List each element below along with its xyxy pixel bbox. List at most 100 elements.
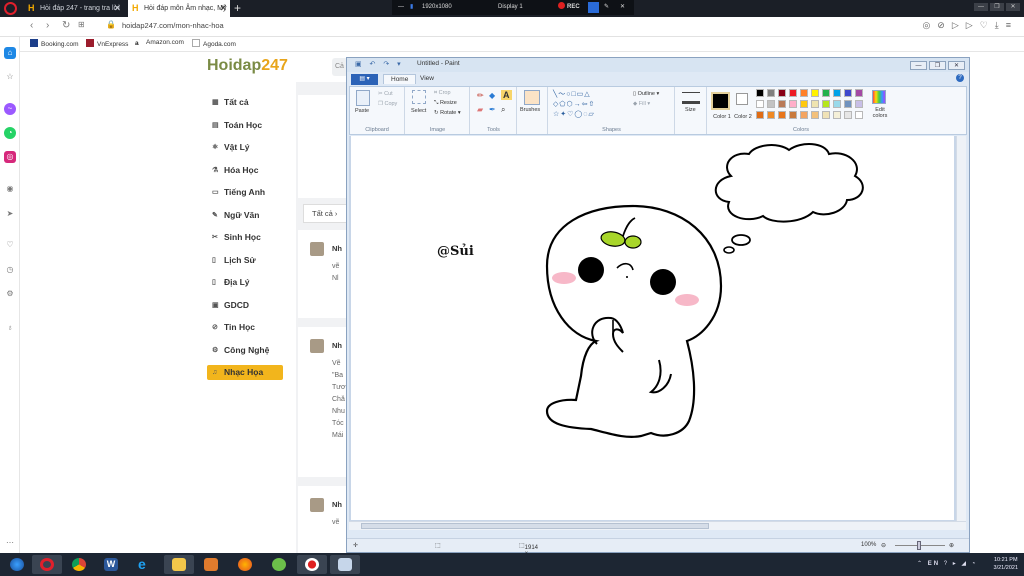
palette-swatch[interactable] <box>756 111 764 119</box>
cut-button[interactable]: ✂ Cut <box>378 91 393 97</box>
question-card[interactable]: Nh Vẽ "Ba Tươ Chă Nhu Tóc Mái <box>298 327 346 477</box>
size-button[interactable]: Size <box>685 107 696 113</box>
start-button[interactable] <box>2 555 32 574</box>
vertical-scrollbar[interactable] <box>956 136 966 522</box>
taskbar-chrome[interactable] <box>64 555 94 574</box>
maximize-button[interactable]: ❐ <box>929 61 946 70</box>
brushes-button[interactable]: Brushes <box>520 107 540 113</box>
avatar[interactable] <box>310 498 324 512</box>
taskbar-paint[interactable] <box>330 555 360 574</box>
tab-hoidap-home[interactable]: H Hỏi đáp 247 - trang tra lời ✕ <box>24 0 124 17</box>
size-lines-icon[interactable] <box>682 92 700 104</box>
zoom-slider-thumb[interactable] <box>917 541 921 550</box>
palette-swatch[interactable] <box>778 100 786 108</box>
player-icon[interactable]: ◉ <box>4 183 16 195</box>
palette-swatch[interactable] <box>789 111 797 119</box>
palette-swatch[interactable] <box>833 111 841 119</box>
maximize-button[interactable]: ❐ <box>990 3 1004 11</box>
question-author[interactable]: Nh <box>332 500 342 509</box>
more-icon[interactable]: ⋯ <box>4 537 16 549</box>
rotate-button[interactable]: ↻ Rotate ▾ <box>434 110 461 116</box>
paste-button[interactable]: Paste <box>355 108 369 114</box>
bookmark-agoda[interactable]: Agoda.com <box>192 39 236 48</box>
display-label[interactable]: Display 1 <box>498 0 523 15</box>
palette-swatch[interactable] <box>844 100 852 108</box>
edit-colors-icon[interactable] <box>872 90 886 104</box>
palette-swatch[interactable] <box>844 89 852 97</box>
palette-swatch[interactable] <box>833 100 841 108</box>
crop-button[interactable]: ⌗ Crop <box>434 90 451 97</box>
select-icon[interactable] <box>412 90 426 104</box>
palette-swatch[interactable] <box>778 89 786 97</box>
taskbar-recorder[interactable] <box>297 555 327 574</box>
fill-icon[interactable]: ◆ <box>489 91 495 100</box>
palette-swatch[interactable] <box>855 89 863 97</box>
minimize-button[interactable]: — <box>910 61 927 70</box>
nav-item-math[interactable]: ▤ Toán Học <box>207 118 285 141</box>
eraser-icon[interactable]: ▰ <box>477 105 483 114</box>
microphone-icon[interactable]: ▮ <box>410 0 413 15</box>
palette-swatch[interactable] <box>833 89 841 97</box>
nav-item-geography[interactable]: ▯ Địa Lý <box>207 275 285 298</box>
taskbar-firefox[interactable] <box>230 555 260 574</box>
outline-button[interactable]: ▯ Outline ▾ <box>633 91 659 97</box>
taskbar-app[interactable] <box>264 555 294 574</box>
palette-swatch[interactable] <box>800 89 808 97</box>
palette-swatch[interactable] <box>756 89 764 97</box>
filter-dropdown[interactable]: Tất cả › <box>303 204 348 223</box>
palette-swatch[interactable] <box>756 100 764 108</box>
nav-item-technology[interactable]: ⚙ Công Nghệ <box>207 343 285 366</box>
nav-item-informatics[interactable]: ⊘ Tin Học <box>207 320 285 343</box>
pencil-icon[interactable]: ✏ <box>477 91 484 100</box>
text-icon[interactable]: A <box>501 90 512 100</box>
nav-item-literature[interactable]: ✎ Ngữ Văn <box>207 208 285 231</box>
palette-swatch[interactable] <box>855 100 863 108</box>
palette-swatch[interactable] <box>822 100 830 108</box>
taskbar-word[interactable]: W <box>96 555 126 574</box>
star-icon[interactable]: ☆ <box>4 71 16 83</box>
palette-swatch[interactable] <box>822 89 830 97</box>
avatar[interactable] <box>310 242 324 256</box>
instagram-icon[interactable]: ◎ <box>4 151 16 163</box>
tab-home[interactable]: Home <box>383 74 417 84</box>
color2-label[interactable]: Color 2 <box>734 114 752 120</box>
palette-swatch[interactable] <box>822 111 830 119</box>
color1-swatch[interactable] <box>711 92 730 110</box>
question-author[interactable]: Nh <box>332 244 342 253</box>
resize-button[interactable]: ⤡ Resize <box>434 100 457 107</box>
palette-swatch[interactable] <box>800 111 808 119</box>
nav-item-english[interactable]: ▭ Tiếng Anh <box>207 185 285 208</box>
avatar[interactable] <box>310 339 324 353</box>
reload-icon[interactable]: ↻ <box>62 20 70 31</box>
shapes-gallery[interactable]: ╲〜○□▭△ ◇⬠⬡→⇦⇧ ☆✦♡◯◌▱ <box>553 90 629 120</box>
opera-logo-icon[interactable] <box>4 2 17 15</box>
nav-item-history[interactable]: ▯ Lịch Sử <box>207 253 285 276</box>
home-icon[interactable]: ⌂ <box>4 47 16 59</box>
whatsapp-icon[interactable]: ◔ <box>4 127 16 139</box>
palette-swatch[interactable] <box>778 111 786 119</box>
nav-item-gdcd[interactable]: ▣ GDCD <box>207 298 285 321</box>
drawing-canvas[interactable]: @Sủi <box>351 136 954 520</box>
nav-item-chemistry[interactable]: ⚗ Hóa Học <box>207 163 285 186</box>
stop-square-icon[interactable] <box>588 2 599 13</box>
system-tray[interactable]: ⌃ EN ? ▸ ◢ ◔ <box>917 560 977 567</box>
new-tab-button[interactable]: + <box>234 0 241 16</box>
forward-icon[interactable]: › <box>46 20 49 31</box>
question-card[interactable]: Nh vẽ Nl <box>298 230 346 318</box>
palette-swatch[interactable] <box>811 111 819 119</box>
paste-icon[interactable] <box>356 90 370 106</box>
bulb-icon[interactable]: ♁ <box>4 322 16 334</box>
color1-label[interactable]: Color 1 <box>711 114 733 120</box>
rec-button[interactable]: REC <box>558 0 580 15</box>
extensions-icon[interactable]: ⊞ <box>78 20 85 29</box>
nav-item-all[interactable]: ▦ Tất cả <box>207 95 285 118</box>
brush-icon[interactable] <box>524 90 540 105</box>
horizontal-scrollbar[interactable] <box>349 521 966 530</box>
taskbar-clock[interactable]: 10:21 PM 3/21/2021 <box>994 556 1018 572</box>
brushes-group[interactable]: Brushes <box>518 87 548 134</box>
color2-swatch[interactable] <box>736 93 748 105</box>
zoom-in-icon[interactable]: ⊕ <box>949 542 954 549</box>
nav-item-physics[interactable]: ⚛ Vật Lý <box>207 140 285 163</box>
fill-button[interactable]: ◆ Fill ▾ <box>633 101 650 107</box>
bookmark-booking[interactable]: Booking.com <box>30 39 79 48</box>
